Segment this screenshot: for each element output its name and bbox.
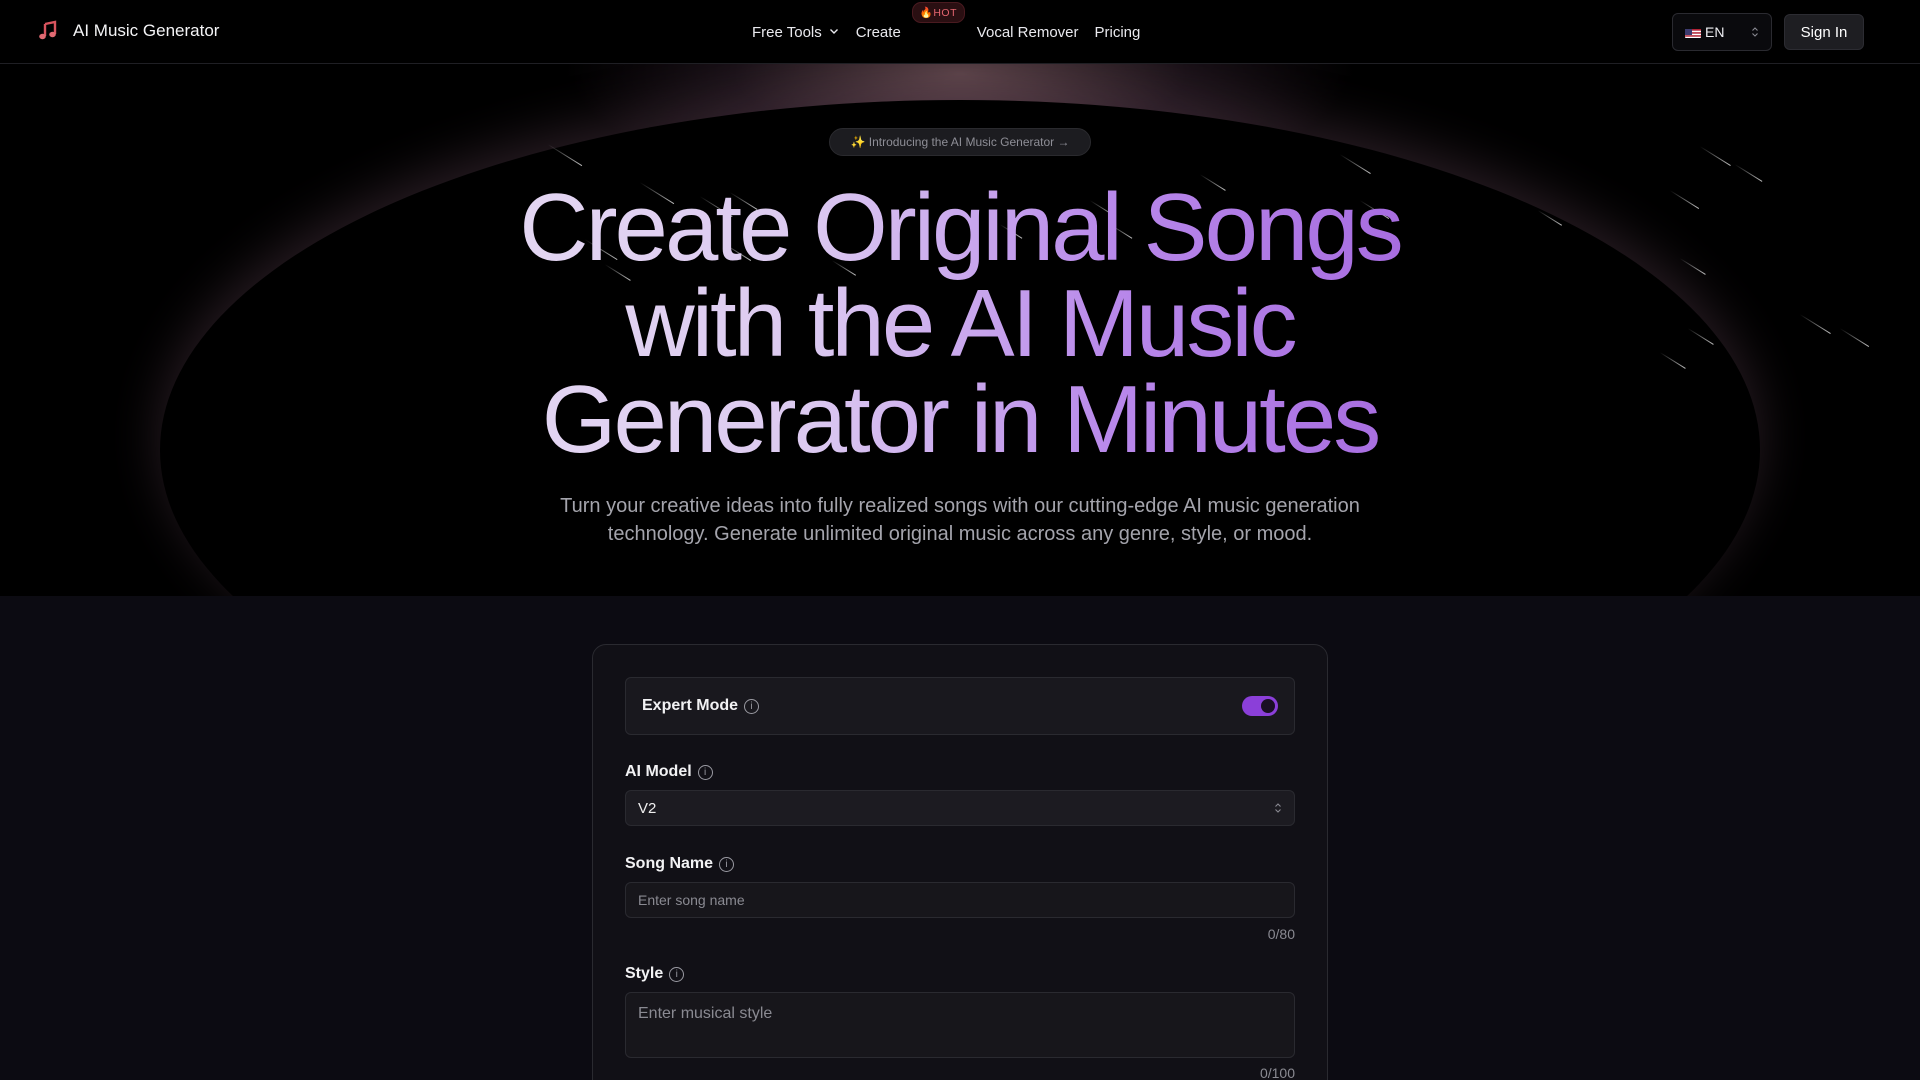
brand[interactable]: AI Music Generator <box>37 20 219 42</box>
info-icon[interactable]: i <box>669 966 685 982</box>
hero-subtext: Turn your creative ideas into fully real… <box>560 495 1360 545</box>
info-icon[interactable]: i <box>744 698 760 714</box>
expert-mode-label: Expert Mode i <box>642 697 760 715</box>
expert-mode-text: Expert Mode <box>642 697 739 714</box>
hero-headline: Create Original Songs with the AI Music … <box>0 180 1920 468</box>
song-name-label: Song Name i <box>625 855 735 873</box>
nav-vocal-remover-label: Vocal Remover <box>976 23 1079 41</box>
info-icon[interactable]: i <box>719 856 735 872</box>
headline-line-2: with the AI Music <box>625 270 1295 377</box>
nav-links: Free Tools Create 🔥HOT Vocal Remover Pri… <box>752 0 1156 64</box>
info-icon[interactable]: i <box>697 764 713 780</box>
intro-pill[interactable]: ✨ Introducing the AI Music Generator → <box>829 128 1091 156</box>
nav-free-tools-label: Free Tools <box>752 23 822 41</box>
headline-line-3: Generator in Minutes <box>541 366 1379 473</box>
chevron-down-icon <box>828 24 840 41</box>
hot-badge: 🔥HOT <box>911 1 966 23</box>
song-name-counter: 0/80 <box>1267 926 1295 942</box>
meteor-streak <box>1699 146 1731 167</box>
song-name-text: Song Name <box>625 855 714 872</box>
music-note-icon <box>37 20 59 42</box>
chevron-up-down-icon <box>1274 802 1282 814</box>
style-counter: 0/100 <box>1259 1065 1295 1080</box>
toggle-knob <box>1261 699 1275 713</box>
song-name-input[interactable] <box>625 882 1295 918</box>
chevron-up-down-icon <box>1751 26 1759 38</box>
ai-model-value: V2 <box>638 799 657 817</box>
generator-card: Expert Mode i AI Model i V2 Song Name i … <box>592 644 1328 1080</box>
ai-model-text: AI Model <box>625 763 692 780</box>
ai-model-label: AI Model i <box>625 763 713 781</box>
style-label: Style i <box>625 965 685 983</box>
expert-mode-toggle[interactable] <box>1242 696 1278 716</box>
us-flag-icon <box>1685 27 1701 38</box>
style-textarea[interactable] <box>625 992 1295 1058</box>
nav-pricing[interactable]: Pricing <box>1095 24 1141 41</box>
headline-line-1: Create Original Songs <box>519 174 1401 281</box>
sign-in-button[interactable]: Sign In <box>1784 14 1864 50</box>
style-text: Style <box>625 965 664 982</box>
generator-section: Expert Mode i AI Model i V2 Song Name i … <box>0 596 1920 1080</box>
language-select[interactable]: EN <box>1672 13 1772 51</box>
ai-model-select[interactable]: V2 <box>625 790 1295 826</box>
hero-section: ✨ Introducing the AI Music Generator → C… <box>0 64 1920 596</box>
nav-create-label: Create <box>855 23 901 41</box>
top-navbar: AI Music Generator Free Tools Create 🔥HO… <box>0 0 1920 64</box>
nav-free-tools[interactable]: Free Tools <box>752 24 840 41</box>
nav-create[interactable]: Create 🔥HOT <box>855 1 966 41</box>
nav-pricing-label: Pricing <box>1094 23 1141 41</box>
language-value: EN <box>1705 24 1725 40</box>
nav-vocal-remover[interactable]: Vocal Remover <box>977 24 1079 41</box>
brand-name: AI Music Generator <box>73 21 220 40</box>
expert-mode-row: Expert Mode i <box>625 677 1295 735</box>
